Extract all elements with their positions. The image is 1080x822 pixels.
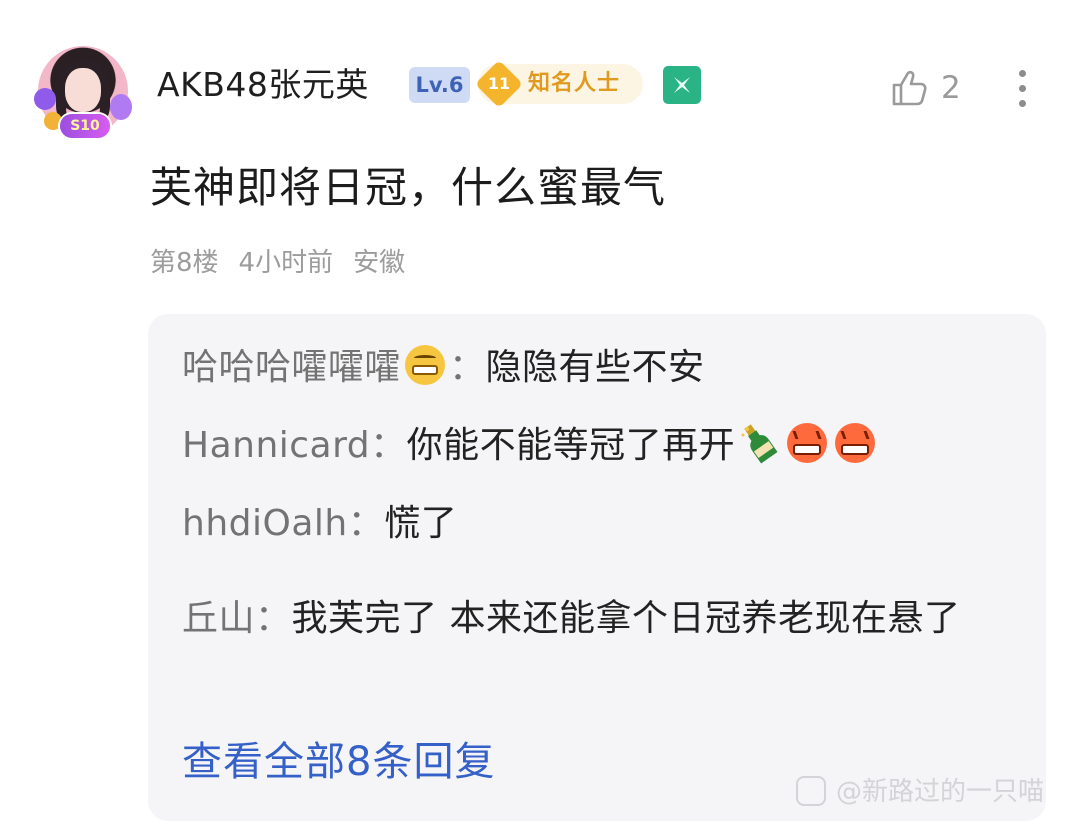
reply-text: 慌了	[384, 503, 458, 544]
more-options-icon[interactable]	[1013, 68, 1031, 110]
watermark-text: @新路过的一只喵	[836, 777, 1045, 807]
reply-text: 我芙完了 本来还能拿个日冠养老现在悬了	[291, 598, 961, 639]
level-badge: Lv.6	[409, 67, 470, 103]
reply-author[interactable]: 哈哈哈嚯嚯嚯	[182, 347, 401, 388]
green-special-badge-icon[interactable]	[663, 66, 701, 104]
reply-item[interactable]: hhdiOalh：慌了	[182, 498, 1022, 550]
user-avatar[interactable]: S10	[34, 44, 132, 142]
view-all-replies-link[interactable]: 查看全部8条回复	[182, 736, 495, 788]
reply-item[interactable]: 丘山：我芙完了 本来还能拿个日冠养老现在悬了	[182, 578, 1022, 660]
thumbs-up-icon[interactable]	[889, 66, 933, 110]
avatar-frame-decoration	[110, 94, 132, 120]
reply-item[interactable]: 哈哈哈嚯嚯嚯 ：隐隐有些不安	[182, 342, 1022, 394]
post-time: 4小时前	[238, 248, 334, 278]
floor-number: 第8楼	[150, 248, 219, 278]
grin-emoji-icon	[405, 345, 446, 385]
angry-emoji-icon	[835, 423, 876, 463]
comment-meta: 第8楼 4小时前 安徽	[150, 245, 425, 281]
username[interactable]: AKB48张元英	[157, 63, 369, 107]
avatar-frame-decoration	[34, 88, 56, 110]
reply-item[interactable]: Hannicard：你能不能等冠了再开	[182, 420, 1022, 472]
reply-author[interactable]: hhdiOalh	[182, 503, 348, 544]
reply-author[interactable]: Hannicard	[182, 425, 370, 466]
watermark: @新路过的一只喵	[796, 774, 1044, 810]
reply-list[interactable]: 哈哈哈嚯嚯嚯 ：隐隐有些不安 Hannicard：你能不能等冠了再开 hhdiOa…	[148, 314, 1046, 821]
reply-author[interactable]: 丘山	[182, 598, 255, 639]
like-count: 2	[941, 70, 961, 106]
reply-text: 隐隐有些不安	[485, 347, 705, 388]
watermark-logo-icon	[796, 776, 826, 806]
champagne-emoji-icon	[739, 421, 779, 465]
angry-emoji-icon	[787, 423, 828, 463]
location: 安徽	[353, 248, 406, 278]
comment-text: 芙神即将日冠，什么蜜最气	[150, 163, 667, 212]
fan-level-number: 11	[487, 74, 511, 93]
fan-title-badge[interactable]: 11 知名人士	[474, 59, 643, 109]
avatar-frame-tag: S10	[60, 114, 110, 138]
fan-title-text: 知名人士	[528, 71, 621, 96]
reply-text: 你能不能等冠了再开	[406, 425, 736, 466]
